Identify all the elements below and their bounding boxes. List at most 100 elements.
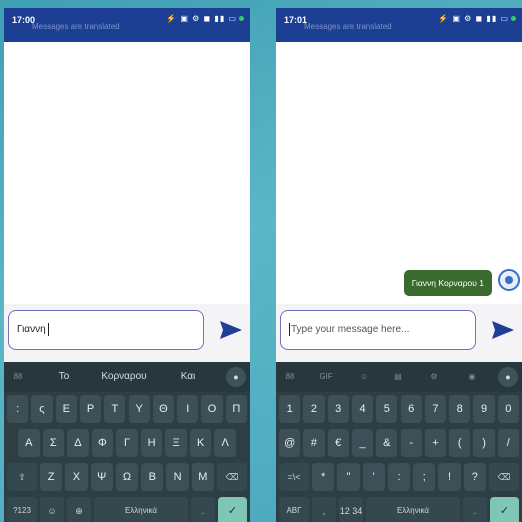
key-3-7[interactable]: ! (438, 463, 461, 491)
key-1-1[interactable]: 1 (279, 395, 301, 423)
key-3-7[interactable]: Ν (166, 463, 189, 491)
key-2-8[interactable]: Κ (189, 429, 212, 457)
key-4-5[interactable]: . (191, 497, 215, 522)
status-bar: 17:00 Messages are translated ⚡ ▣ ⚙ ◼ ▮▮… (4, 8, 250, 42)
mic-icon[interactable]: ● (498, 367, 518, 387)
palette-icon[interactable]: ◉ (460, 362, 484, 392)
key-3-4[interactable]: Ψ (90, 463, 113, 491)
key-3-3[interactable]: Χ (65, 463, 88, 491)
keyboard: 88 GIF ☺ ▤ ⚙ ◉ ● 1234567890 @ # € _ & - +() / =… (276, 362, 522, 522)
key-2-5[interactable]: & (376, 429, 398, 457)
key-3-2[interactable]: * (312, 463, 335, 491)
key-3-8[interactable]: Μ (191, 463, 214, 491)
key-4-1[interactable]: ?123 (7, 497, 37, 522)
key-row-4: ?123 ☺ ⊕ Ελληνικά. ✓ (4, 494, 250, 522)
key-2-7[interactable]: Ξ (165, 429, 187, 457)
send-button[interactable] (218, 318, 244, 342)
key-3-4[interactable]: ' (362, 463, 385, 491)
key-2-1[interactable]: @ (279, 429, 301, 457)
key-2-1[interactable]: Α (18, 429, 40, 457)
key-4-4[interactable]: Ελληνικά (366, 497, 460, 522)
key-2-5[interactable]: Γ (116, 429, 138, 457)
key-2-2[interactable]: Σ (42, 429, 65, 457)
key-1-3[interactable]: Ε (55, 395, 77, 423)
suggestion-1[interactable]: Το (38, 362, 90, 392)
keyboard-grid-button[interactable]: 88 (6, 362, 30, 392)
key-1-2[interactable]: ς (31, 395, 53, 423)
key-4-6[interactable]: ✓ (490, 497, 519, 522)
key-4-3[interactable]: 12 34 (339, 497, 363, 522)
message-input[interactable]: Type your message here... (280, 310, 476, 350)
key-1-4[interactable]: Ρ (79, 395, 102, 423)
key-row-1: :ςΕΡΤΥΘΙΟΠ (4, 392, 250, 426)
key-3-9[interactable]: ⌫ (489, 463, 519, 491)
key-3-9[interactable]: ⌫ (217, 463, 247, 491)
mic-icon[interactable]: ● (226, 367, 246, 387)
clipboard-icon[interactable]: ▤ (386, 362, 410, 392)
key-4-6[interactable]: ✓ (218, 497, 247, 522)
key-2-8[interactable]: ( (449, 429, 471, 457)
key-1-9[interactable]: 9 (473, 395, 495, 423)
key-1-5[interactable]: 5 (376, 395, 398, 423)
key-3-2[interactable]: Ζ (40, 463, 63, 491)
key-2-3[interactable]: Δ (67, 429, 89, 457)
key-4-3[interactable]: ⊕ (67, 497, 91, 522)
key-2-10[interactable]: / (497, 429, 519, 457)
gif-button[interactable]: GIF (312, 362, 340, 392)
message-bubble[interactable]: Γιαννη Κορναρου 1 (403, 270, 492, 296)
key-4-2[interactable]: , (312, 497, 336, 522)
key-4-5[interactable]: . (463, 497, 487, 522)
key-3-6[interactable]: ; (413, 463, 436, 491)
key-row-3: ⇧ Ζ Χ Ψ Ω Β Ν Μ ⌫ (4, 460, 250, 494)
key-row-4: ΑΒΓ, 12 34 Ελληνικά. ✓ (276, 494, 522, 522)
key-1-6[interactable]: Υ (128, 395, 150, 423)
key-1-10[interactable]: 0 (497, 395, 519, 423)
key-3-8[interactable]: ? (463, 463, 486, 491)
key-2-9[interactable]: Λ (214, 429, 236, 457)
key-1-10[interactable]: Π (225, 395, 247, 423)
key-2-6[interactable]: - (400, 429, 422, 457)
key-3-5[interactable]: : (387, 463, 411, 491)
key-1-6[interactable]: 6 (400, 395, 422, 423)
keyboard: 88 Το Κορναρου Και ● :ςΕΡΤΥΘΙΟΠ ΑΣΔΦΓΗΞΚ… (4, 362, 250, 522)
key-2-4[interactable]: Φ (91, 429, 114, 457)
key-4-4[interactable]: Ελληνικά (94, 497, 188, 522)
key-3-6[interactable]: Β (141, 463, 164, 491)
suggestion-2[interactable]: Κορναρου (92, 362, 156, 392)
emoji-icon[interactable]: ☺ (352, 362, 376, 392)
key-1-8[interactable]: 8 (449, 395, 471, 423)
avatar[interactable] (498, 269, 520, 291)
key-4-2[interactable]: ☺ (40, 497, 64, 522)
message-input[interactable]: Γιαννη (8, 310, 204, 350)
key-1-1[interactable]: : (7, 395, 29, 423)
keyboard-grid-button[interactable]: 88 (278, 362, 302, 392)
chat-area[interactable] (4, 42, 250, 304)
key-1-4[interactable]: 4 (351, 395, 374, 423)
key-3-1[interactable]: ⇧ (7, 463, 37, 491)
key-2-7[interactable]: + (424, 429, 447, 457)
key-2-4[interactable]: _ (351, 429, 374, 457)
key-1-7[interactable]: Θ (152, 395, 175, 423)
key-2-6[interactable]: Η (140, 429, 163, 457)
key-3-1[interactable]: =\< (279, 463, 309, 491)
status-dot-icon (239, 16, 244, 22)
composer: Γιαννη (4, 304, 250, 362)
chat-area[interactable]: Γιαννη Κορναρου 1 (276, 42, 522, 304)
key-2-2[interactable]: # (303, 429, 325, 457)
text-caret (47, 322, 49, 336)
key-2-3[interactable]: € (327, 429, 349, 457)
key-2-9[interactable]: ) (473, 429, 495, 457)
key-3-5[interactable]: Ω (115, 463, 139, 491)
keyboard-suggestion-bar: 88 Το Κορναρου Και ● (4, 362, 250, 392)
key-1-3[interactable]: 3 (327, 395, 349, 423)
send-button[interactable] (490, 318, 516, 342)
key-1-2[interactable]: 2 (303, 395, 325, 423)
settings-icon[interactable]: ⚙ (422, 362, 446, 392)
key-1-9[interactable]: Ο (201, 395, 223, 423)
suggestion-3[interactable]: Και (158, 362, 218, 392)
key-1-7[interactable]: 7 (424, 395, 447, 423)
key-1-8[interactable]: Ι (177, 395, 199, 423)
key-3-3[interactable]: " (337, 463, 360, 491)
key-4-1[interactable]: ΑΒΓ (279, 497, 309, 522)
key-1-5[interactable]: Τ (104, 395, 126, 423)
